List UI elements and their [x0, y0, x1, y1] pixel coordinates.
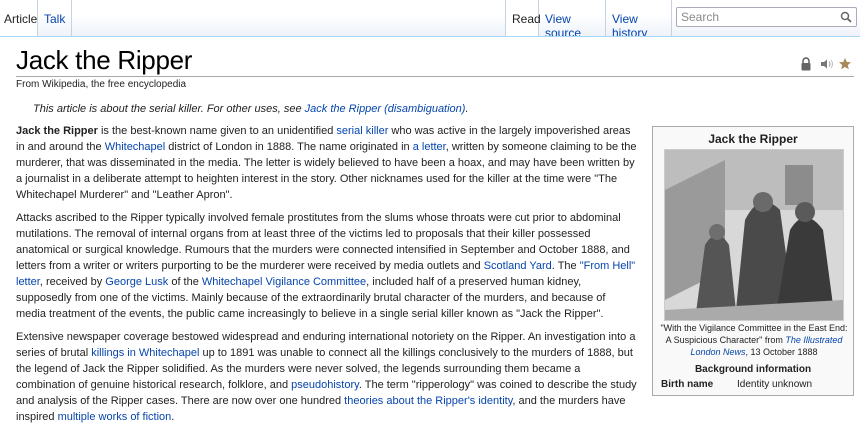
top-tab-bar: Article Talk Read View source View histo…	[0, 0, 860, 40]
article-link[interactable]: Whitechapel Vigilance Committee	[202, 276, 366, 288]
article-link[interactable]: Scotland Yard	[484, 260, 552, 272]
infobox: Jack the Ripper "With the Vigilance Comm…	[652, 126, 854, 396]
article-paragraph: Attacks ascribed to the Ripper typically…	[16, 210, 638, 322]
infobox-row-label: Birth name	[661, 379, 714, 390]
article-paragraph: Extensive newspaper coverage bestowed wi…	[16, 329, 638, 425]
star-icon[interactable]	[838, 57, 852, 71]
article-link[interactable]: pseudohistory	[291, 379, 359, 391]
title-divider	[16, 76, 854, 77]
hatnote: This article is about the serial killer.…	[33, 103, 469, 115]
article-link[interactable]: Whitechapel	[105, 141, 166, 153]
search-input[interactable]	[679, 9, 833, 25]
disambiguation-link[interactable]: Jack the Ripper (disambiguation)	[305, 103, 466, 115]
article-link[interactable]: theories about the Ripper's identity	[344, 395, 512, 407]
paragraph-text: , received by	[39, 276, 106, 288]
search-box	[676, 7, 857, 27]
infobox-title: Jack the Ripper	[708, 132, 798, 146]
paragraph-text: of the	[168, 276, 202, 288]
article-paragraph: Jack the Ripper is the best-known name g…	[16, 123, 638, 203]
paragraph-text: is the best-known name given to an unide…	[97, 125, 337, 137]
tab-read[interactable]: Read	[505, 0, 541, 36]
article-link[interactable]: serial killer	[336, 125, 388, 137]
lock-icon[interactable]	[800, 57, 812, 71]
paragraph-text: . The	[551, 260, 580, 272]
article-link[interactable]: killings in Whitechapel	[91, 347, 199, 359]
illustration-engraving	[665, 150, 843, 320]
search-icon[interactable]	[840, 11, 852, 23]
page-title: Jack the Ripper	[16, 45, 193, 75]
tab-talk[interactable]: Talk	[38, 0, 72, 36]
infobox-caption: "With the Vigilance Committee in the Eas…	[657, 322, 851, 358]
tab-article[interactable]: Article	[0, 0, 38, 36]
audio-icon[interactable]	[820, 58, 834, 70]
infobox-illustration[interactable]	[664, 149, 844, 321]
paragraph-text: .	[171, 411, 175, 423]
caption-date: , 13 October 1888	[745, 347, 818, 357]
article-subject-bold: Jack the Ripper	[16, 125, 98, 137]
site-tagline: From Wikipedia, the free encyclopedia	[16, 79, 187, 90]
hatnote-text: This article is about the serial killer.…	[33, 103, 305, 115]
article-content: Jack the Ripper From Wikipedia, the free…	[0, 36, 860, 423]
hatnote-suffix: .	[465, 103, 469, 115]
tab-view-source[interactable]: View source	[539, 0, 606, 40]
tab-view-history[interactable]: View history	[606, 0, 672, 40]
paragraph-text: district of London in 1888. The name ori…	[165, 141, 413, 153]
infobox-section-heading: Background information	[694, 364, 812, 375]
article-body: Jack the Ripper is the best-known name g…	[16, 123, 638, 432]
infobox-row: Birth name Identity unknown	[661, 379, 851, 390]
article-link[interactable]: George Lusk	[105, 276, 168, 288]
article-link[interactable]: multiple works of fiction	[58, 411, 172, 423]
infobox-row-value: Identity unknown	[737, 379, 813, 390]
article-link[interactable]: a letter	[413, 141, 446, 153]
